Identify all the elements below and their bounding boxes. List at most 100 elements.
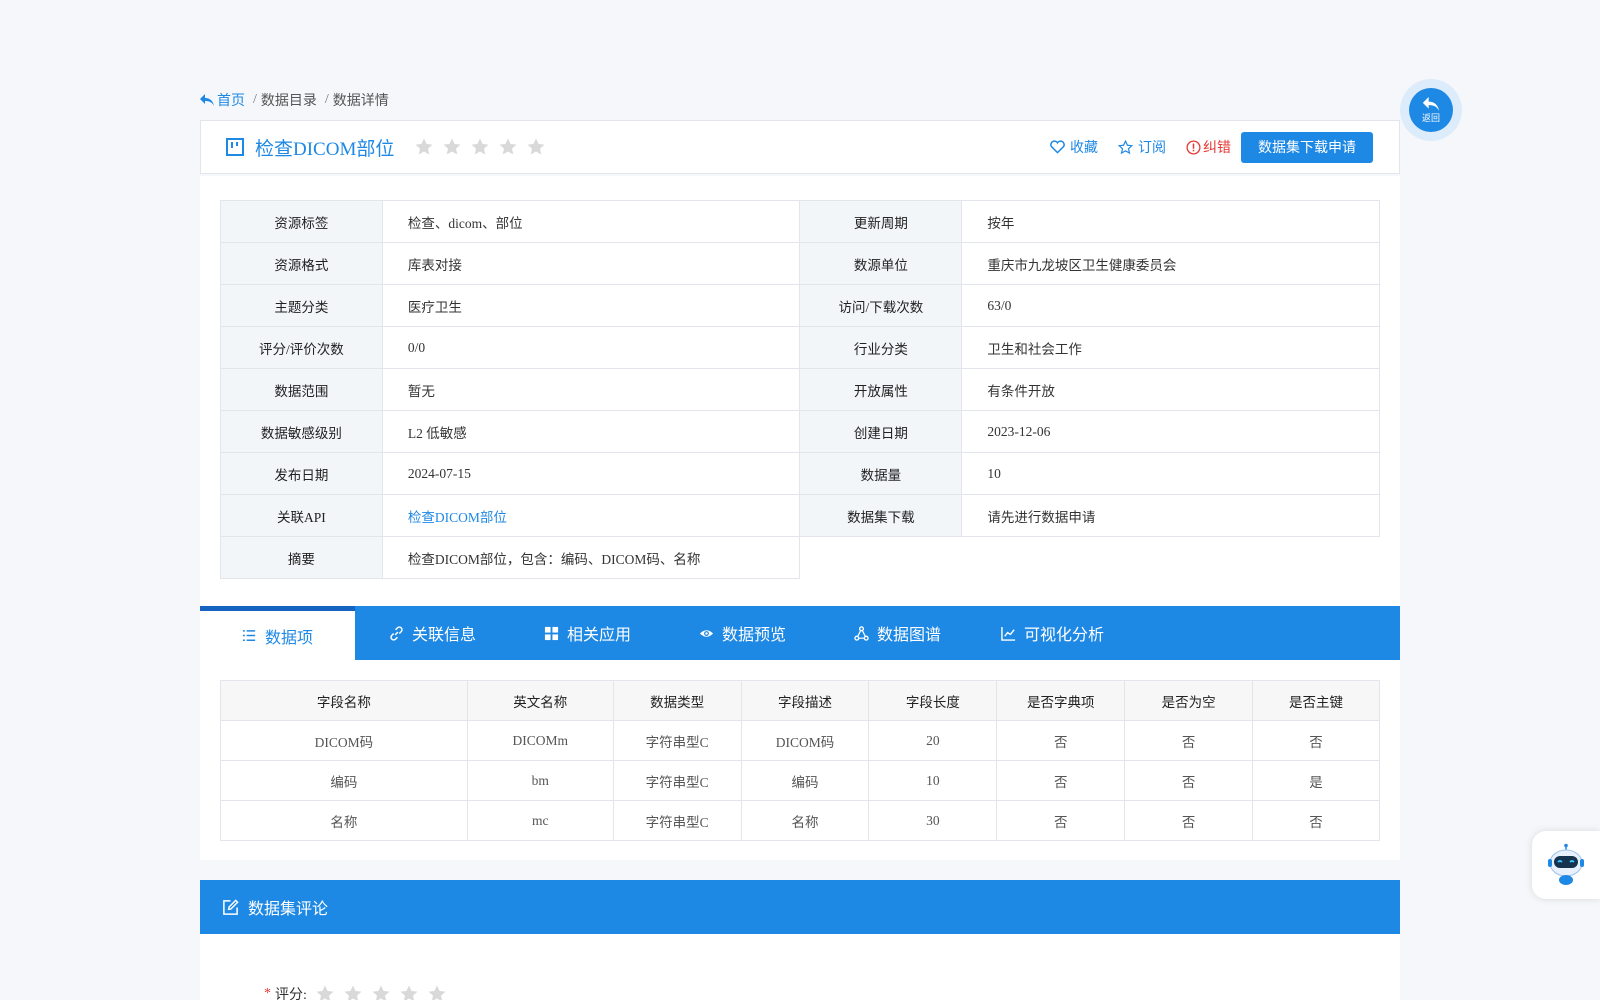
reply-arrow-icon bbox=[1422, 96, 1440, 111]
tab-label: 数据项 bbox=[264, 629, 313, 647]
tab-grid[interactable]: 相关应用 bbox=[510, 606, 665, 660]
info-value: 医疗卫生 bbox=[381, 284, 801, 327]
star-icon[interactable] bbox=[399, 984, 419, 1000]
table-cell: 否 bbox=[996, 720, 1126, 761]
favorite-label: 收藏 bbox=[1070, 141, 1098, 156]
download-apply-button[interactable]: 数据集下载申请 bbox=[1241, 131, 1373, 163]
subscribe-button[interactable]: 订阅 bbox=[1118, 137, 1166, 157]
back-button[interactable]: 返回 bbox=[1400, 79, 1462, 141]
info-value: 卫生和社会工作 bbox=[961, 326, 1380, 369]
info-label: 数源单位 bbox=[799, 242, 963, 285]
table-cell: 否 bbox=[996, 760, 1126, 801]
table-row: 名称 mc 字符串型C 名称 30 否否否 bbox=[220, 800, 1380, 841]
star-icon bbox=[415, 138, 433, 155]
info-row: 数据敏感级别 L2 低敏感 创建日期 2023-12-06 bbox=[220, 410, 1380, 453]
table-cell: 否 bbox=[1124, 800, 1254, 841]
table-cell: 是 bbox=[1252, 760, 1380, 801]
table-cell: DICOMm bbox=[466, 720, 614, 761]
tab-line-chart[interactable]: 可视化分析 bbox=[975, 606, 1130, 660]
tab-list[interactable]: 数据项 bbox=[200, 606, 355, 660]
dataset-info-table: 资源标签 检查、dicom、部位 更新周期 按年 资源格式 库表对接 数源单位 重庆市九龙坡区… bbox=[220, 200, 1380, 579]
table-cell: 名称 bbox=[740, 800, 870, 841]
info-value: 暂无 bbox=[381, 368, 801, 411]
info-label: 数据量 bbox=[799, 452, 963, 495]
tab-label: 数据图谱 bbox=[876, 627, 941, 644]
table-cell: 否 bbox=[1252, 800, 1380, 841]
star-icon bbox=[443, 138, 461, 155]
detail-tabs: 数据项 关联信息 相关应用 数据预览 数据图谱 可视化分析 bbox=[200, 606, 1400, 660]
list-icon bbox=[242, 630, 256, 641]
info-label: 开放属性 bbox=[799, 368, 963, 411]
info-label: 访问/下载次数 bbox=[799, 284, 963, 327]
edit-icon bbox=[222, 898, 239, 916]
info-label: 数据范围 bbox=[220, 368, 383, 411]
info-label: 数据敏感级别 bbox=[220, 410, 383, 453]
table-cell: 否 bbox=[1252, 720, 1380, 761]
tab-graph[interactable]: 数据图谱 bbox=[820, 606, 975, 660]
back-button-inner: 返回 bbox=[1409, 88, 1453, 132]
info-label: 摘要 bbox=[220, 536, 383, 579]
table-cell: mc bbox=[466, 800, 614, 841]
info-value: 检查、dicom、部位 bbox=[381, 200, 801, 243]
info-row: 主题分类 医疗卫生 访问/下载次数 63/0 bbox=[220, 284, 1380, 327]
breadcrumb-home-label: 首页 bbox=[217, 94, 245, 109]
breadcrumb-home-link[interactable]: 首页 bbox=[200, 90, 245, 110]
info-value: 按年 bbox=[961, 200, 1380, 243]
table-cell: 字符串型C bbox=[612, 760, 742, 801]
info-label: 主题分类 bbox=[220, 284, 383, 327]
favorite-button[interactable]: 收藏 bbox=[1050, 137, 1098, 157]
reply-arrow-icon bbox=[200, 94, 214, 106]
info-value: 10 bbox=[961, 452, 1380, 495]
report-error-button[interactable]: 纠错 bbox=[1186, 137, 1231, 157]
table-cell: 字符串型C bbox=[612, 720, 742, 761]
data-items-table: 字段名称 英文名称 数据类型 字段描述 字段长度 是否字典项 是否为空 是否主键 DICOM码… bbox=[220, 680, 1380, 841]
info-label: 发布日期 bbox=[220, 452, 383, 495]
tab-link[interactable]: 关联信息 bbox=[355, 606, 510, 660]
tab-eye[interactable]: 数据预览 bbox=[665, 606, 820, 660]
table-cell: 30 bbox=[868, 800, 998, 841]
star-outline-icon bbox=[1118, 139, 1133, 154]
table-cell: 名称 bbox=[220, 800, 468, 841]
column-header: 是否字典项 bbox=[996, 680, 1126, 721]
line-chart-icon bbox=[1001, 626, 1016, 641]
dataset-icon bbox=[226, 138, 244, 156]
breadcrumb-current: 数据详情 bbox=[332, 94, 389, 109]
table-row: 编码 bm 字符串型C 编码 10 否否是 bbox=[220, 760, 1380, 801]
column-header: 英文名称 bbox=[466, 680, 614, 721]
comment-rating-input[interactable] bbox=[315, 984, 447, 1000]
info-value: 有条件开放 bbox=[961, 368, 1380, 411]
star-icon[interactable] bbox=[427, 984, 447, 1000]
table-cell: DICOM码 bbox=[740, 720, 870, 761]
table-cell: 否 bbox=[1124, 760, 1254, 801]
column-header: 字段描述 bbox=[740, 680, 870, 721]
breadcrumb-separator: / bbox=[253, 92, 257, 107]
column-header: 是否为空 bbox=[1124, 680, 1254, 721]
star-icon[interactable] bbox=[343, 984, 363, 1000]
info-row-summary: 摘要 检查DICOM部位，包含：编码、DICOM码、名称 bbox=[220, 536, 1380, 579]
ai-assistant-button[interactable] bbox=[1532, 831, 1600, 899]
breadcrumb-catalog-link[interactable]: 数据目录 bbox=[261, 90, 317, 110]
eye-icon bbox=[699, 629, 714, 637]
column-header: 字段名称 bbox=[220, 680, 468, 721]
info-value: 请先进行数据申请 bbox=[961, 494, 1380, 537]
column-header: 数据类型 bbox=[612, 680, 742, 721]
star-icon[interactable] bbox=[371, 984, 391, 1000]
info-value: 0/0 bbox=[381, 326, 801, 369]
table-cell: 否 bbox=[996, 800, 1126, 841]
table-cell: bm bbox=[466, 760, 614, 801]
table-cell: 10 bbox=[868, 760, 998, 801]
star-icon bbox=[499, 138, 517, 155]
info-value: 63/0 bbox=[961, 284, 1380, 327]
info-row: 关联API 检查DICOM部位 数据集下载 请先进行数据申请 bbox=[220, 494, 1380, 537]
breadcrumb: 首页 / 数据目录 / 数据详情 bbox=[200, 90, 389, 110]
info-label: 资源格式 bbox=[220, 242, 383, 285]
info-label: 数据集下载 bbox=[799, 494, 963, 537]
table-cell: 编码 bbox=[220, 760, 468, 801]
dataset-title: 检查DICOM部位 bbox=[255, 138, 395, 160]
dataset-title-bar: 检查DICOM部位 收藏 订阅 纠错 数据集下载申请 bbox=[200, 120, 1400, 174]
breadcrumb-separator: / bbox=[324, 92, 329, 107]
star-icon[interactable] bbox=[315, 984, 335, 1000]
info-label: 行业分类 bbox=[799, 326, 963, 369]
related-api-link[interactable]: 检查DICOM部位 bbox=[381, 494, 801, 537]
tab-label: 可视化分析 bbox=[1023, 627, 1104, 644]
